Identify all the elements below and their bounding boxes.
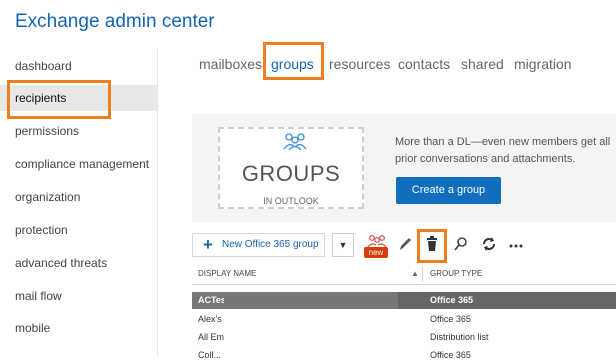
- sort-ascending-icon[interactable]: ▲: [411, 264, 419, 284]
- column-header-group-type[interactable]: GROUP TYPE: [430, 264, 482, 284]
- sidebar-item-recipients[interactable]: recipients: [0, 85, 157, 111]
- sidebar-item-permissions[interactable]: permissions: [0, 118, 157, 144]
- sidebar-nav: dashboard recipients permissions complia…: [0, 48, 158, 356]
- sidebar-item-compliance-management[interactable]: compliance management: [0, 151, 157, 177]
- tab-resources[interactable]: resources: [329, 56, 390, 72]
- sidebar-item-advanced-threats[interactable]: advanced threats: [0, 250, 157, 276]
- table-row[interactable]: Alex's Office 365: [192, 311, 616, 328]
- pencil-icon[interactable]: [394, 234, 416, 256]
- refresh-icon[interactable]: [478, 234, 500, 256]
- table-header: DISPLAY NAME ▲ GROUP TYPE: [192, 264, 616, 285]
- sidebar-item-protection[interactable]: protection: [0, 217, 157, 243]
- new-group-dropdown[interactable]: ▼: [332, 233, 354, 257]
- cell-group-type: Office 365: [430, 314, 471, 324]
- plus-icon: +: [203, 235, 213, 254]
- art-subtitle: IN OUTLOOK: [263, 196, 319, 206]
- tab-mailboxes[interactable]: mailboxes: [199, 56, 262, 72]
- art-title: GROUPS: [241, 161, 341, 186]
- cell-display-name: ACTes: [198, 295, 224, 305]
- trash-icon[interactable]: [421, 234, 443, 256]
- chevron-down-icon: ▼: [338, 240, 348, 250]
- sidebar-item-dashboard[interactable]: dashboard: [0, 53, 157, 79]
- more-icon[interactable]: [505, 234, 527, 256]
- groups-promo-card: GROUPS IN OUTLOOK More than a DL—even ne…: [192, 114, 616, 222]
- create-group-button[interactable]: Create a group: [396, 177, 501, 204]
- tab-groups[interactable]: groups: [271, 56, 314, 72]
- column-header-display-name[interactable]: DISPLAY NAME: [198, 264, 256, 284]
- new-badge: new: [364, 247, 388, 258]
- sidebar-item-organization[interactable]: organization: [0, 184, 157, 210]
- table-row[interactable]: All Em Distribution list: [192, 329, 616, 346]
- cell-group-type: Office 365: [430, 295, 474, 305]
- app-title: Exchange admin center: [15, 11, 215, 32]
- sidebar-item-mobile[interactable]: mobile: [0, 315, 157, 341]
- people-icon: [283, 133, 307, 151]
- cell-display-name: All Em: [198, 332, 224, 342]
- column-divider: [422, 266, 423, 282]
- table-row[interactable]: ACTes Office 365: [192, 292, 616, 309]
- new-office365-group-button[interactable]: + New Office 365 group: [192, 233, 325, 257]
- promo-description: More than a DL—even new members get all …: [395, 136, 611, 165]
- groups-in-outlook-art: GROUPS IN OUTLOOK: [218, 127, 364, 209]
- tab-migration[interactable]: migration: [514, 56, 572, 72]
- cell-display-name: Alex's: [198, 314, 222, 324]
- tab-contacts[interactable]: contacts: [398, 56, 450, 72]
- sidebar-item-mail-flow[interactable]: mail flow: [0, 283, 157, 309]
- new-group-label: New Office 365 group: [222, 239, 319, 250]
- search-icon[interactable]: [450, 234, 472, 256]
- tab-shared[interactable]: shared: [461, 56, 504, 72]
- cell-group-type: Distribution list: [430, 332, 489, 342]
